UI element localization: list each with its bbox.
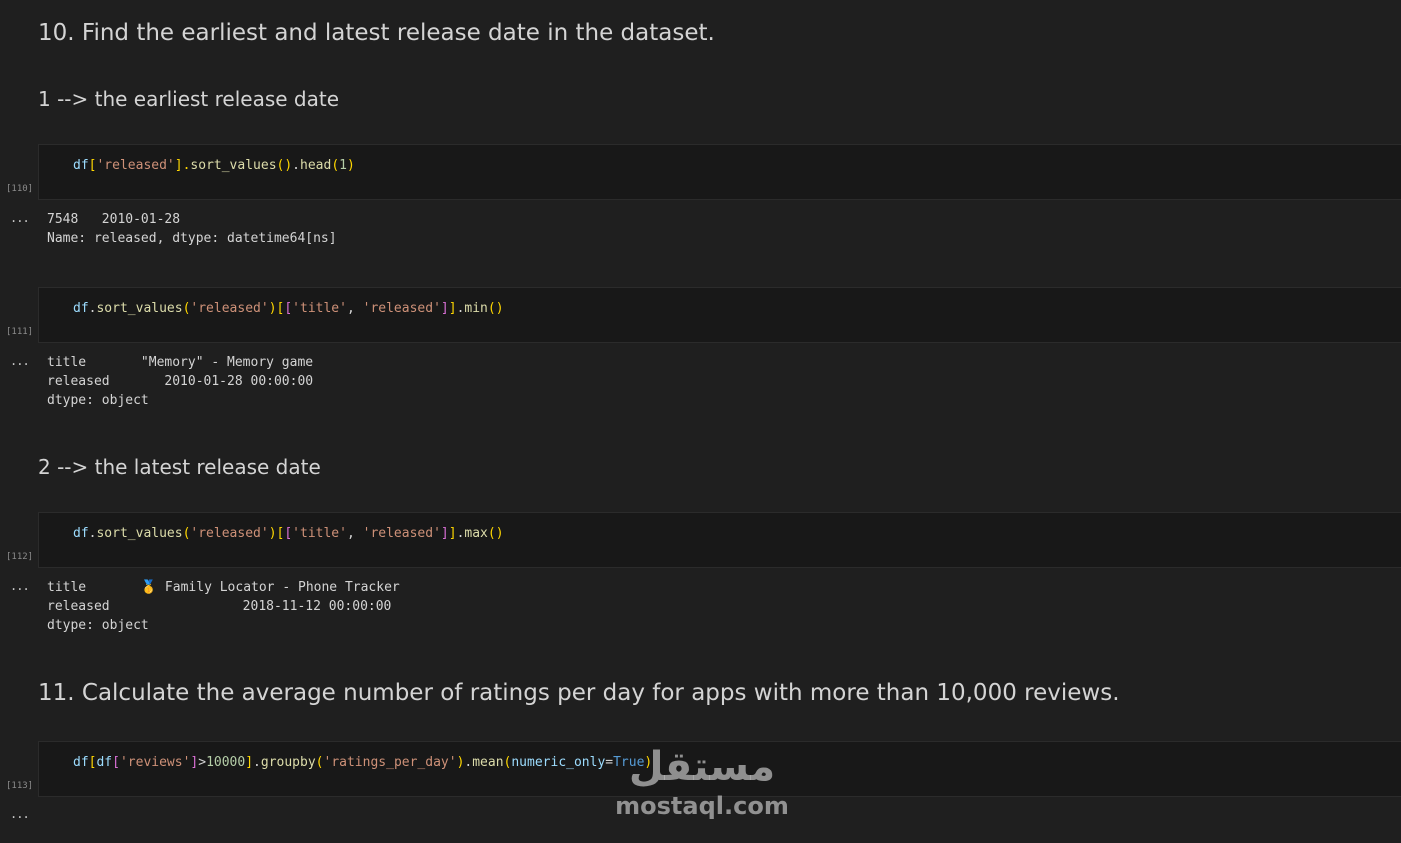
earliest-release-heading: 1 --> the earliest release date — [38, 87, 340, 111]
code-token: ] — [448, 301, 457, 316]
code-token: ) — [346, 158, 355, 173]
code-token: [ — [284, 526, 293, 541]
code-token: . — [292, 158, 300, 173]
code-token: ) — [644, 755, 653, 770]
code-token: df — [73, 526, 89, 541]
code-token: , — [346, 526, 363, 541]
output-menu-button[interactable]: ... — [10, 579, 30, 593]
code-token: True — [613, 755, 645, 770]
code-token: 'released' — [96, 158, 175, 173]
cell-output: 7548 2010-01-28 Name: released, dtype: d… — [47, 212, 337, 246]
output-rest: released 2018-11-12 00:00:00 dtype: obje… — [47, 599, 392, 633]
code-token: max — [464, 526, 488, 541]
code-token: 1 — [339, 158, 347, 173]
code-cell-111[interactable]: df.sort_values('released')[['title', 're… — [38, 287, 1401, 343]
code-editor-line[interactable]: df[df['reviews']>10000].groupby('ratings… — [73, 755, 652, 770]
code-token: 'released' — [190, 301, 269, 316]
code-token: df — [73, 301, 89, 316]
code-token: sort_values — [96, 301, 183, 316]
code-token: , — [346, 301, 363, 316]
code-token: ]. — [174, 158, 191, 173]
code-token: ( — [315, 755, 324, 770]
code-token: numeric_only — [511, 755, 606, 770]
code-cell-112[interactable]: df.sort_values('released')[['title', 're… — [38, 512, 1401, 568]
execution-count: [111] — [6, 327, 34, 337]
code-token: 'title' — [292, 301, 347, 316]
code-token: 10000 — [206, 755, 246, 770]
code-token: head — [300, 158, 332, 173]
code-token: ( — [331, 158, 340, 173]
code-token: () — [487, 526, 504, 541]
code-editor-line[interactable]: df.sort_values('released')[['title', 're… — [73, 526, 504, 541]
code-token: ] — [440, 301, 449, 316]
code-token: sort_values — [96, 526, 183, 541]
cell-output: title 🥇 Family Locator - Phone Tracker r… — [47, 578, 400, 635]
code-token: () — [487, 301, 504, 316]
code-token: . — [253, 755, 261, 770]
code-token: 'reviews' — [119, 755, 191, 770]
output-menu-button[interactable]: ... — [10, 354, 30, 368]
output-title-value: Family Locator - Phone Tracker — [157, 580, 400, 595]
code-token: 'released' — [362, 526, 441, 541]
code-token: ] — [440, 526, 449, 541]
code-token: [ — [284, 301, 293, 316]
execution-count: [112] — [6, 552, 34, 562]
medal-icon: 🥇 — [140, 580, 158, 595]
cell-output: title "Memory" - Memory game released 20… — [47, 355, 314, 408]
code-editor-line[interactable]: df.sort_values('released')[['title', 're… — [73, 301, 504, 316]
code-token: = — [605, 755, 614, 770]
code-token: df — [73, 755, 89, 770]
code-editor-line[interactable]: df['released'].sort_values().head(1) — [73, 158, 355, 173]
output-menu-button[interactable]: ... — [10, 807, 30, 821]
output-menu-button[interactable]: ... — [10, 211, 30, 225]
code-token: > — [198, 755, 207, 770]
code-token: mean — [472, 755, 504, 770]
code-token: [ — [112, 755, 120, 770]
code-token: sort_values — [190, 158, 277, 173]
code-token: 'released' — [362, 301, 441, 316]
code-token: ) — [268, 526, 277, 541]
code-token: groupby — [260, 755, 316, 770]
code-token: 'released' — [190, 526, 269, 541]
code-token: ] — [245, 755, 254, 770]
code-token: ) — [268, 301, 277, 316]
code-token: df — [96, 755, 113, 770]
code-token: ] — [448, 526, 457, 541]
latest-release-heading: 2 --> the latest release date — [38, 455, 321, 479]
code-token: df — [73, 158, 89, 173]
code-cell-110[interactable]: df['released'].sort_values().head(1) — [38, 144, 1401, 200]
code-token: () — [276, 158, 293, 173]
code-cell-113[interactable]: df[df['reviews']>10000].groupby('ratings… — [38, 741, 1401, 797]
question-11-heading: 11. Calculate the average number of rati… — [38, 680, 1120, 706]
code-token: 'ratings_per_day' — [323, 755, 457, 770]
code-token: 'title' — [292, 526, 347, 541]
execution-count: [113] — [6, 781, 34, 791]
execution-count: [110] — [6, 184, 34, 194]
output-title-label: title — [47, 580, 141, 595]
question-10-heading: 10. Find the earliest and latest release… — [38, 20, 715, 46]
code-token: min — [464, 301, 488, 316]
